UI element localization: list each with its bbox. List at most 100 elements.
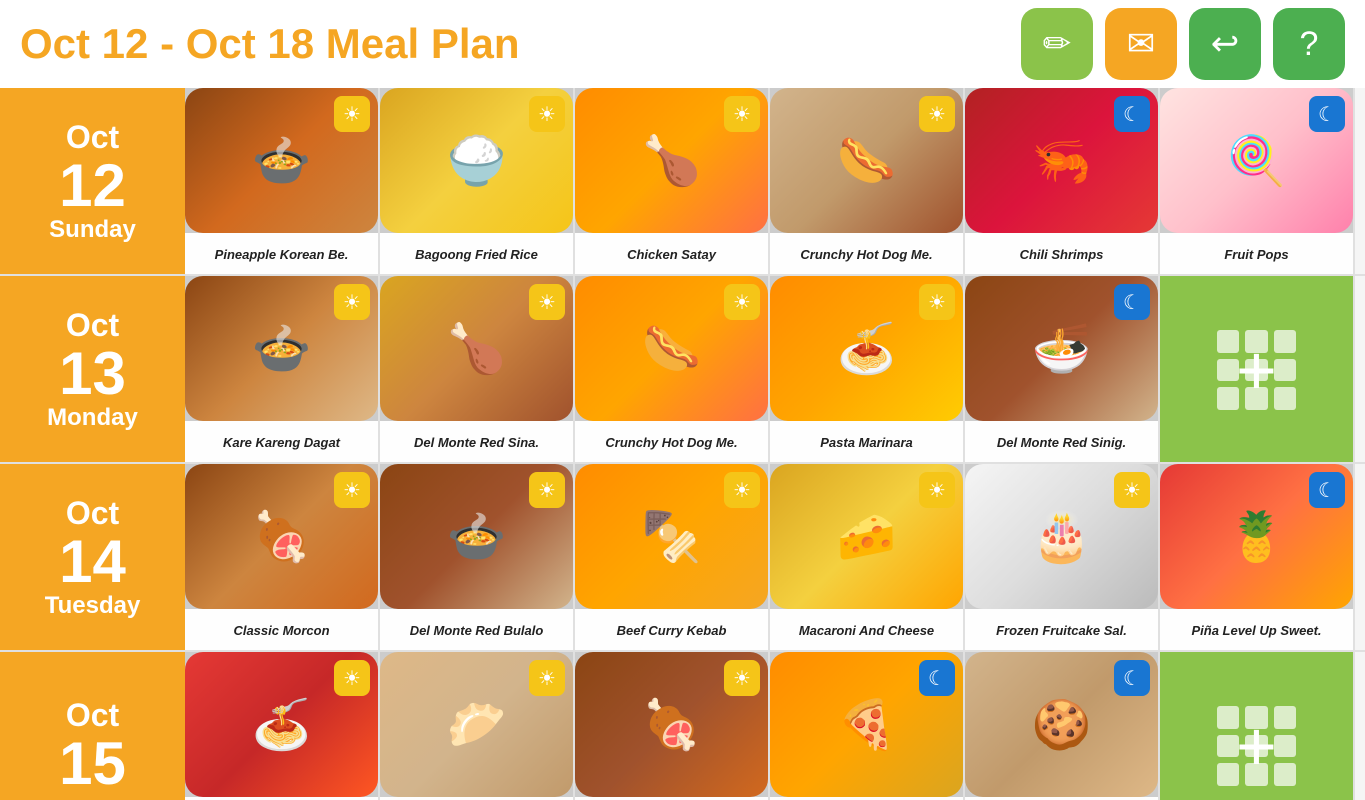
meal-time-badge: ☀ [724, 284, 760, 320]
meal-card[interactable]: 🧀☀Macaroni And Cheese [770, 464, 965, 650]
meal-title: Macaroni And Cheese [770, 609, 963, 650]
meal-time-badge: ☾ [919, 660, 955, 696]
meal-card[interactable]: 🍭☾Fruit Pops [1160, 88, 1355, 274]
day-label-15: Oct 15 [0, 652, 185, 800]
meal-card[interactable]: + [1160, 276, 1355, 462]
meal-card[interactable]: 🍢☀Beef Curry Kebab [575, 464, 770, 650]
day-row: Oct 12 Sunday 🍲☀Pineapple Korean Be.🍚☀Ba… [0, 88, 1365, 276]
meal-card[interactable]: 🍲☀Del Monte Red Bulalo [380, 464, 575, 650]
meal-image: 🌭☀ [575, 276, 768, 421]
meal-time-badge: ☀ [919, 96, 955, 132]
help-button[interactable]: ? [1273, 8, 1345, 80]
meal-card[interactable]: 🍝☀Spaghetti [185, 652, 380, 800]
meal-card[interactable]: 🌭☀Crunchy Hot Dog Me. [770, 88, 965, 274]
meal-image: 🍢☀ [575, 464, 768, 609]
meal-image: 🍲☀ [380, 464, 573, 609]
meal-card[interactable]: 🎂☀Frozen Fruitcake Sal. [965, 464, 1160, 650]
meal-image: 🍜☾ [965, 276, 1158, 421]
meal-card[interactable]: + [1160, 652, 1355, 800]
meal-image: 🍗☀ [575, 88, 768, 233]
meal-image: 🍕☾ [770, 652, 963, 797]
meal-image: 🧀☀ [770, 464, 963, 609]
day-name: Sunday [49, 216, 136, 244]
meal-image: 🍲☀ [185, 88, 378, 233]
meal-card[interactable]: 🍖☀Pork Dish [575, 652, 770, 800]
meal-time-badge: ☾ [1309, 472, 1345, 508]
meal-time-badge: ☀ [334, 96, 370, 132]
meal-card[interactable]: 🥟☀Dumplings [380, 652, 575, 800]
meal-time-badge: ☀ [529, 284, 565, 320]
meal-image: 🍗☀ [380, 276, 573, 421]
month-label: Oct [66, 495, 119, 532]
meal-card[interactable]: 🍗☀Chicken Satay [575, 88, 770, 274]
meal-title: Crunchy Hot Dog Me. [770, 233, 963, 274]
meal-card[interactable]: 🍝☀Pasta Marinara [770, 276, 965, 462]
meal-card[interactable]: 🌭☀Crunchy Hot Dog Me. [575, 276, 770, 462]
meals-row: 🍲☀Kare Kareng Dagat🍗☀Del Monte Red Sina.… [185, 276, 1365, 462]
day-label-13: Oct 13 Monday [0, 276, 185, 462]
meal-title: Bagoong Fried Rice [380, 233, 573, 274]
month-label: Oct [66, 307, 119, 344]
meal-time-badge: ☀ [724, 96, 760, 132]
meal-card[interactable]: 🍍☾Piña Level Up Sweet. [1160, 464, 1355, 650]
meal-time-badge: ☀ [919, 284, 955, 320]
meal-time-badge: ☾ [1114, 284, 1150, 320]
mail-button[interactable]: ✉ [1105, 8, 1177, 80]
meal-card[interactable]: 🍲☀Pineapple Korean Be. [185, 88, 380, 274]
meals-row: 🍲☀Pineapple Korean Be.🍚☀Bagoong Fried Ri… [185, 88, 1365, 274]
day-name: Monday [47, 404, 138, 432]
meal-card[interactable]: 🍜☾Del Monte Red Sinig. [965, 276, 1160, 462]
meal-time-badge: ☾ [1309, 96, 1345, 132]
meals-row: 🍖☀Classic Morcon🍲☀Del Monte Red Bulalo🍢☀… [185, 464, 1365, 650]
meal-image: 🍚☀ [380, 88, 573, 233]
day-number: 13 [59, 344, 126, 404]
meal-title: Frozen Fruitcake Sal. [965, 609, 1158, 650]
meal-image: 🍪☾ [965, 652, 1158, 797]
meal-card[interactable]: 🍖☀Classic Morcon [185, 464, 380, 650]
meal-card[interactable]: 🍲☀Kare Kareng Dagat [185, 276, 380, 462]
meals-row: 🍝☀Spaghetti🥟☀Dumplings🍖☀Pork Dish🍕☾Pizza… [185, 652, 1365, 800]
meal-time-badge: ☀ [1114, 472, 1150, 508]
meal-title: Pineapple Korean Be. [185, 233, 378, 274]
meal-time-badge: ☀ [724, 472, 760, 508]
meal-image: 🍖☀ [185, 464, 378, 609]
meal-title: Classic Morcon [185, 609, 378, 650]
meal-title: Del Monte Red Bulalo [380, 609, 573, 650]
day-number: 14 [59, 532, 126, 592]
header-toolbar: ✏ ✉ ↩ ? [1021, 8, 1345, 80]
month-label: Oct [66, 119, 119, 156]
meal-image: 🍝☀ [185, 652, 378, 797]
meal-card[interactable]: 🍪☾Chips Snack [965, 652, 1160, 800]
meal-card[interactable]: 🍗☀Del Monte Red Sina. [380, 276, 575, 462]
meal-time-badge: ☀ [529, 660, 565, 696]
meal-image: 🥟☀ [380, 652, 573, 797]
meal-image: 🦐☾ [965, 88, 1158, 233]
meal-time-badge: ☀ [724, 660, 760, 696]
meal-title: Del Monte Red Sinig. [965, 421, 1158, 462]
reply-button[interactable]: ↩ [1189, 8, 1261, 80]
day-number: 12 [59, 156, 126, 216]
meal-title: Del Monte Red Sina. [380, 421, 573, 462]
meal-card[interactable]: 🍕☾Pizza Bake [770, 652, 965, 800]
edit-button[interactable]: ✏ [1021, 8, 1093, 80]
day-row: Oct 15 🍝☀Spaghetti🥟☀Dumplings🍖☀Pork Dish… [0, 652, 1365, 800]
meal-time-badge: ☀ [919, 472, 955, 508]
day-row: Oct 14 Tuesday 🍖☀Classic Morcon🍲☀Del Mon… [0, 464, 1365, 652]
meal-title: Crunchy Hot Dog Me. [575, 421, 768, 462]
day-row: Oct 13 Monday 🍲☀Kare Kareng Dagat🍗☀Del M… [0, 276, 1365, 464]
meal-time-badge: ☀ [334, 472, 370, 508]
meal-plan-grid: Oct 12 Sunday 🍲☀Pineapple Korean Be.🍚☀Ba… [0, 88, 1365, 800]
meal-image: 🍝☀ [770, 276, 963, 421]
meal-time-badge: ☀ [529, 96, 565, 132]
day-name: Tuesday [45, 592, 141, 620]
meal-title: Pasta Marinara [770, 421, 963, 462]
meal-image: 🎂☀ [965, 464, 1158, 609]
meal-card[interactable]: 🦐☾Chili Shrimps [965, 88, 1160, 274]
meal-time-badge: ☀ [529, 472, 565, 508]
meal-title: Kare Kareng Dagat [185, 421, 378, 462]
meal-image: 🌭☀ [770, 88, 963, 233]
header: Oct 12 - Oct 18 Meal Plan ✏ ✉ ↩ ? [0, 0, 1365, 88]
meal-title: Chicken Satay [575, 233, 768, 274]
meal-image: 🍖☀ [575, 652, 768, 797]
meal-card[interactable]: 🍚☀Bagoong Fried Rice [380, 88, 575, 274]
